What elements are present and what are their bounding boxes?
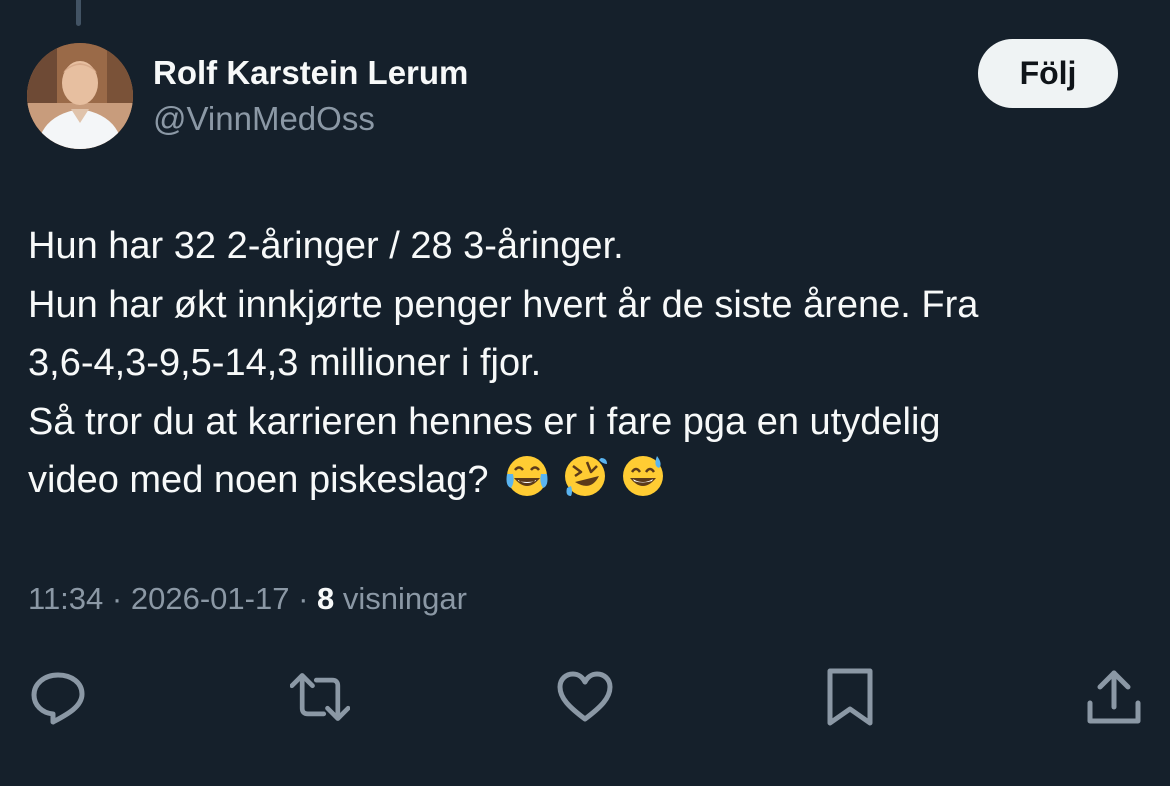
tweet-date[interactable]: 2026-01-17: [131, 581, 290, 616]
meta-separator: ·: [111, 581, 123, 616]
tweet-line: Hun har 32 2-åringer / 28 3-åringer.: [28, 225, 624, 267]
like-icon: [557, 671, 613, 722]
tweet-line-last: video med noen piskeslag?: [28, 451, 1138, 510]
tweet-metadata: 11:34 · 2026-01-17 · 8 visningar: [28, 581, 467, 617]
tweet-line: Hun har økt innkjørte penger hvert år de…: [28, 283, 979, 326]
author-handle[interactable]: @VinnMedOss: [153, 100, 375, 138]
tweet-text: Hun har 32 2-åringer / 28 3-åringer. Hun…: [28, 217, 1138, 510]
tweet-line-text: video med noen piskeslag?: [28, 459, 489, 501]
grinning-face-with-sweat-emoji: [622, 456, 663, 496]
follow-button[interactable]: Följ: [978, 39, 1118, 108]
meta-separator: ·: [298, 581, 309, 616]
retweet-button[interactable]: [288, 665, 352, 729]
avatar-photo: [27, 43, 133, 149]
views-count: 8: [317, 581, 335, 616]
like-button[interactable]: [553, 665, 617, 729]
tweet-time[interactable]: 11:34: [28, 581, 103, 616]
face-with-tears-of-joy-emoji: [506, 456, 548, 496]
author-name[interactable]: Rolf Karstein Lerum: [153, 54, 468, 92]
bookmark-button[interactable]: [818, 665, 882, 729]
retweet-icon: [290, 673, 350, 721]
reply-icon: [31, 672, 85, 725]
avatar[interactable]: [27, 43, 133, 149]
share-button[interactable]: [1082, 665, 1146, 729]
tweet-line: Så tror du at karrieren hennes er i fare…: [28, 400, 941, 443]
views-label: visningar: [342, 581, 467, 616]
share-icon: [1087, 670, 1141, 724]
reply-button[interactable]: [26, 665, 90, 729]
bookmark-icon: [827, 668, 873, 726]
rolling-on-floor-laughing-emoji: [564, 456, 607, 496]
tweet-line: 3,6-4,3-9,5-14,3 millioner i fjor.: [28, 342, 542, 384]
tweet-action-bar: [0, 665, 1170, 729]
thread-connector-line: [76, 0, 81, 26]
